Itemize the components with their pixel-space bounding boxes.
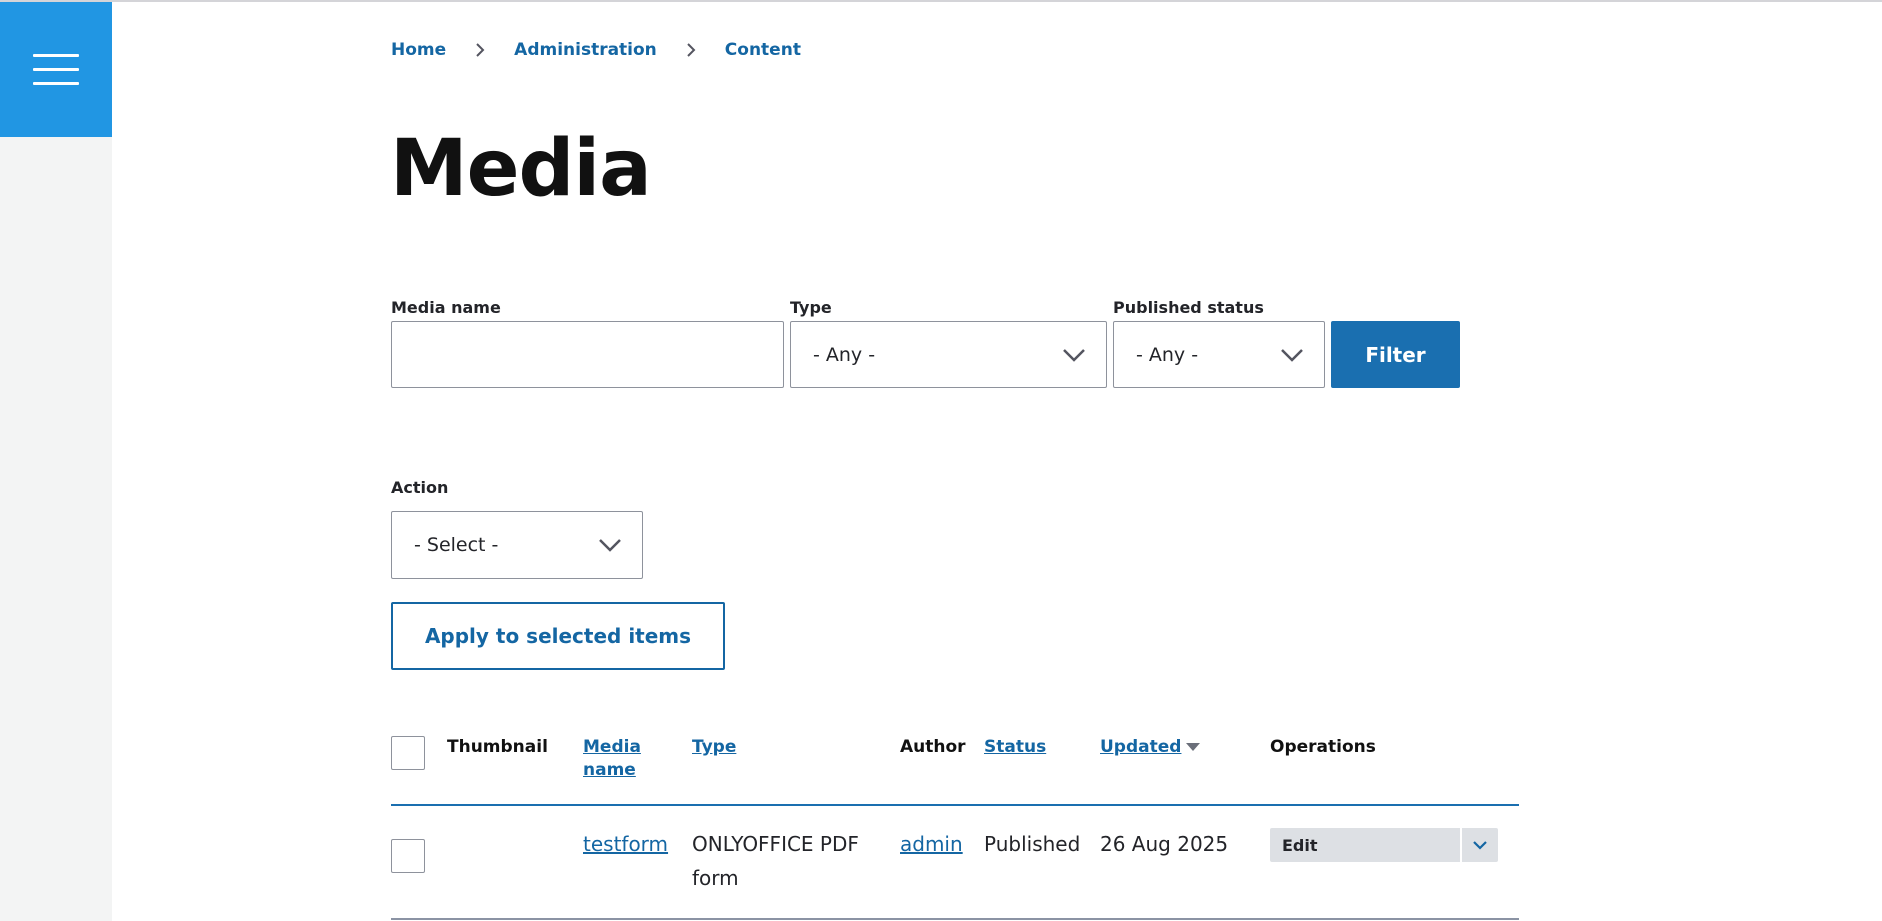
operations-dropdown-toggle[interactable] [1462,828,1498,862]
column-header-type[interactable]: Type [692,736,736,759]
type-select[interactable]: - Any - [790,321,1107,388]
row-status: Published [984,832,1081,856]
chevron-right-icon [657,42,725,58]
page-title: Media [390,124,652,214]
menu-toggle-button[interactable] [0,2,112,137]
status-sort-link[interactable]: Status [984,737,1046,757]
breadcrumb-content[interactable]: Content [725,40,801,60]
row-author[interactable]: admin [900,827,963,861]
row-checkbox[interactable] [391,839,425,873]
published-status-select-value: - Any - [1136,343,1199,366]
breadcrumb-administration[interactable]: Administration [514,40,657,60]
chevron-right-icon [446,42,514,58]
table-row-divider [391,918,1519,920]
row-type: ONLYOFFICE PDF form [692,832,859,890]
media-name-label: Media name [391,298,501,317]
type-select-value: - Any - [813,343,876,366]
row-operations: Edit [1270,828,1498,862]
action-label: Action [391,478,449,497]
apply-to-selected-button[interactable]: Apply to selected items [391,602,725,670]
row-media-name[interactable]: testform [583,827,668,861]
sort-descending-icon [1186,743,1201,751]
column-header-thumbnail: Thumbnail [447,737,548,757]
column-header-operations: Operations [1270,737,1376,757]
select-all-checkbox[interactable] [391,736,425,770]
type-sort-link[interactable]: Type [692,737,736,757]
media-name-link[interactable]: testform [583,832,668,856]
column-header-status[interactable]: Status [984,736,1046,759]
breadcrumb-home[interactable]: Home [391,40,446,60]
type-label: Type [790,298,832,317]
media-name-input[interactable] [391,321,784,388]
author-link[interactable]: admin [900,832,963,856]
updated-sort-link[interactable]: Updated [1100,737,1181,757]
table-header-divider [391,804,1519,806]
published-status-label: Published status [1113,298,1264,317]
filter-button[interactable]: Filter [1331,321,1460,388]
row-updated: 26 Aug 2025 [1100,832,1229,856]
breadcrumb: Home Administration Content [391,40,801,60]
edit-button[interactable]: Edit [1270,828,1460,862]
sidebar-rail [0,2,112,921]
column-header-updated[interactable]: Updated [1100,736,1201,759]
top-border [0,0,1882,2]
media-name-sort-link[interactable]: Media name [583,737,641,780]
published-status-select[interactable]: - Any - [1113,321,1325,388]
column-header-media-name[interactable]: Media name [583,736,641,782]
column-header-author: Author [900,737,966,757]
action-select[interactable]: - Select - [391,511,643,579]
chevron-down-icon [599,539,621,552]
chevron-down-icon [1281,348,1303,362]
chevron-down-icon [1063,348,1085,362]
action-select-value: - Select - [414,534,499,556]
chevron-down-icon [1473,841,1487,850]
